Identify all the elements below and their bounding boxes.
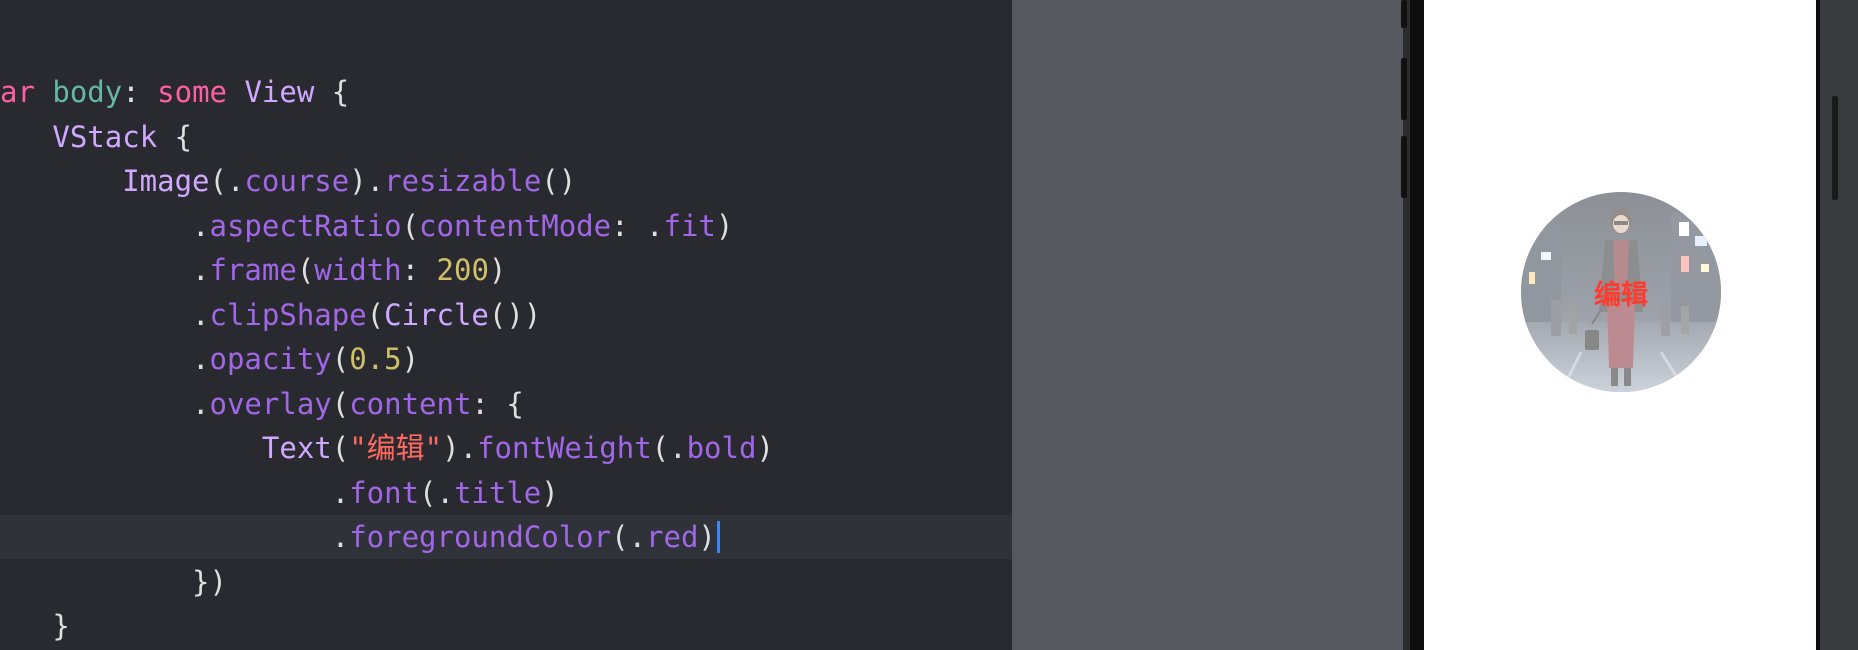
code-token: () [541, 164, 577, 198]
code-token: overlay [209, 386, 332, 421]
code-token: { [314, 75, 350, 109]
code-token: ( [331, 386, 350, 421]
code-token: ) [756, 431, 774, 465]
code-token: ) [488, 253, 507, 287]
code-token: VStack [52, 119, 158, 154]
code-token: ). [442, 431, 478, 465]
code-token: font [349, 475, 420, 510]
code-token: (. [651, 431, 687, 465]
code-line[interactable]: Text("编辑").fontWeight(.bold) [0, 426, 1012, 470]
code-token: (. [611, 520, 647, 554]
code-token: . [0, 386, 210, 421]
code-token: foregroundColor [349, 520, 612, 554]
code-token: opacity [209, 342, 332, 376]
code-token: "编辑" [349, 431, 443, 465]
code-token: View [244, 75, 315, 109]
code-token: ( [296, 253, 315, 287]
code-token: contentMode [419, 208, 612, 243]
code-token: fontWeight [477, 431, 652, 465]
code-token: Circle [384, 297, 489, 332]
device-volume-up-button [1401, 58, 1407, 120]
overlay-title-text: 编辑 [1594, 279, 1648, 311]
code-token: width [314, 253, 402, 287]
code-token: . [0, 297, 210, 332]
device-screen: 编辑 [1424, 0, 1816, 650]
code-token: }) [0, 564, 227, 599]
code-line[interactable]: .overlay(content: { [0, 382, 1012, 426]
code-token: . [0, 342, 210, 376]
device-power-button [1832, 96, 1838, 200]
text-cursor [716, 521, 720, 553]
code-token: clipShape [209, 297, 367, 332]
code-token: body [52, 75, 123, 109]
code-token: ( [366, 297, 385, 332]
code-token: content [349, 386, 472, 421]
code-editor[interactable]: ar body: some View { VStack { Image(.cou… [0, 0, 1012, 650]
device-frame-right-edge [1820, 0, 1858, 650]
code-line[interactable]: Image(.course).resizable() [0, 159, 1012, 203]
code-token: Image [122, 164, 210, 198]
code-token: : [401, 253, 437, 287]
code-token: ). [349, 164, 385, 198]
code-token: frame [209, 253, 297, 287]
code-token: fit [663, 208, 716, 243]
code-line[interactable]: .clipShape(Circle()) [0, 293, 1012, 337]
code-line[interactable]: ar body: some View { [0, 70, 1012, 114]
code-token: . [0, 520, 350, 554]
code-token: ( [401, 208, 420, 243]
code-token: . [0, 253, 210, 287]
code-line[interactable]: }) [0, 560, 1012, 604]
code-token: ()) [488, 297, 542, 332]
code-token: course [244, 164, 350, 198]
code-token: { [157, 119, 193, 154]
code-token: ar [0, 75, 35, 109]
code-line[interactable]: .frame(width: 200) [0, 248, 1012, 292]
code-token: ) [401, 342, 420, 376]
code-token: red [646, 520, 699, 554]
code-line[interactable]: .font(.title) [0, 471, 1012, 515]
code-line[interactable]: } [0, 604, 1012, 648]
code-line[interactable]: .opacity(0.5) [0, 337, 1012, 381]
code-token: : { [471, 386, 524, 421]
code-token: 200 [436, 253, 489, 287]
code-token: (. [209, 164, 245, 198]
code-token: . [0, 475, 350, 510]
code-token: : [122, 75, 158, 109]
code-token: bold [686, 431, 757, 465]
device-volume-down-button [1401, 136, 1407, 198]
code-line[interactable]: VStack { [0, 115, 1012, 159]
code-line[interactable]: .aspectRatio(contentMode: .fit) [0, 204, 1012, 248]
code-token: 0.5 [349, 342, 402, 376]
code-token: ( [331, 431, 350, 465]
code-token: } [0, 609, 70, 643]
code-token: (. [419, 475, 454, 510]
code-token: . [0, 208, 210, 243]
code-line-current[interactable]: .foregroundColor(.red) [0, 515, 1012, 559]
code-token: ) [698, 520, 716, 554]
code-token: ) [541, 475, 559, 510]
code-token: : . [611, 208, 664, 243]
code-token: some [157, 75, 227, 109]
code-token: ( [331, 342, 350, 376]
code-token: aspectRatio [209, 208, 402, 243]
code-token: title [453, 475, 542, 510]
code-token: ) [715, 208, 734, 243]
device-side-button [1401, 0, 1407, 28]
code-token: Text [261, 431, 332, 465]
code-token: resizable [384, 164, 542, 198]
